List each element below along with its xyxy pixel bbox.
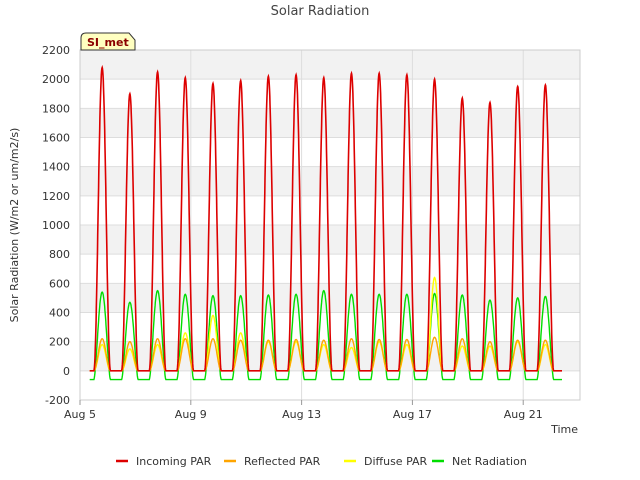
x-tick-label: Aug 9	[175, 408, 207, 421]
plot-band	[80, 225, 580, 255]
legend: Incoming PAR Reflected PAR Diffuse PAR Net …	[116, 455, 527, 468]
y-tick-label: 2000	[42, 73, 70, 86]
y-tick-label: 600	[49, 277, 70, 290]
y-axis: -200 0 200 400 600 800 1000 1200 1400 1600 1800 200…	[42, 44, 70, 407]
legend-label-diffuse: Diffuse PAR	[364, 455, 428, 468]
y-tick-label: 0	[63, 365, 70, 378]
site-badge: SI_met	[80, 32, 136, 51]
x-axis: Aug 5 Aug 9 Aug 13 Aug 17 Aug 21	[64, 400, 543, 421]
chart-title: Solar Radiation	[271, 4, 370, 19]
solar-radiation-chart: Solar Radiation -200 0 200 400 600 800 1000 120…	[8, 4, 581, 468]
y-tick-label: 1800	[42, 102, 70, 115]
y-axis-label: Solar Radiation (W/m2 or um/m2/s)	[8, 128, 21, 323]
y-tick-label: 2200	[42, 44, 70, 57]
y-tick-label: 1200	[42, 190, 70, 203]
site-badge-label: SI_met	[87, 36, 129, 49]
x-axis-label: Time	[550, 423, 578, 436]
y-tick-label: 400	[49, 307, 70, 320]
y-tick-label: 1600	[42, 132, 70, 145]
x-tick-label: Aug 5	[64, 408, 96, 421]
legend-label-reflected: Reflected PAR	[244, 455, 321, 468]
y-tick-label: 1400	[42, 161, 70, 174]
x-tick-label: Aug 13	[282, 408, 321, 421]
plot-band	[80, 50, 580, 80]
y-tick-label: 1000	[42, 219, 70, 232]
y-tick-label: 200	[49, 336, 70, 349]
y-tick-label: -200	[45, 394, 70, 407]
x-tick-label: Aug 21	[504, 408, 543, 421]
y-tick-label: 800	[49, 248, 70, 261]
legend-label-net: Net Radiation	[452, 455, 527, 468]
legend-label-incoming: Incoming PAR	[136, 455, 212, 468]
x-tick-label: Aug 17	[393, 408, 432, 421]
